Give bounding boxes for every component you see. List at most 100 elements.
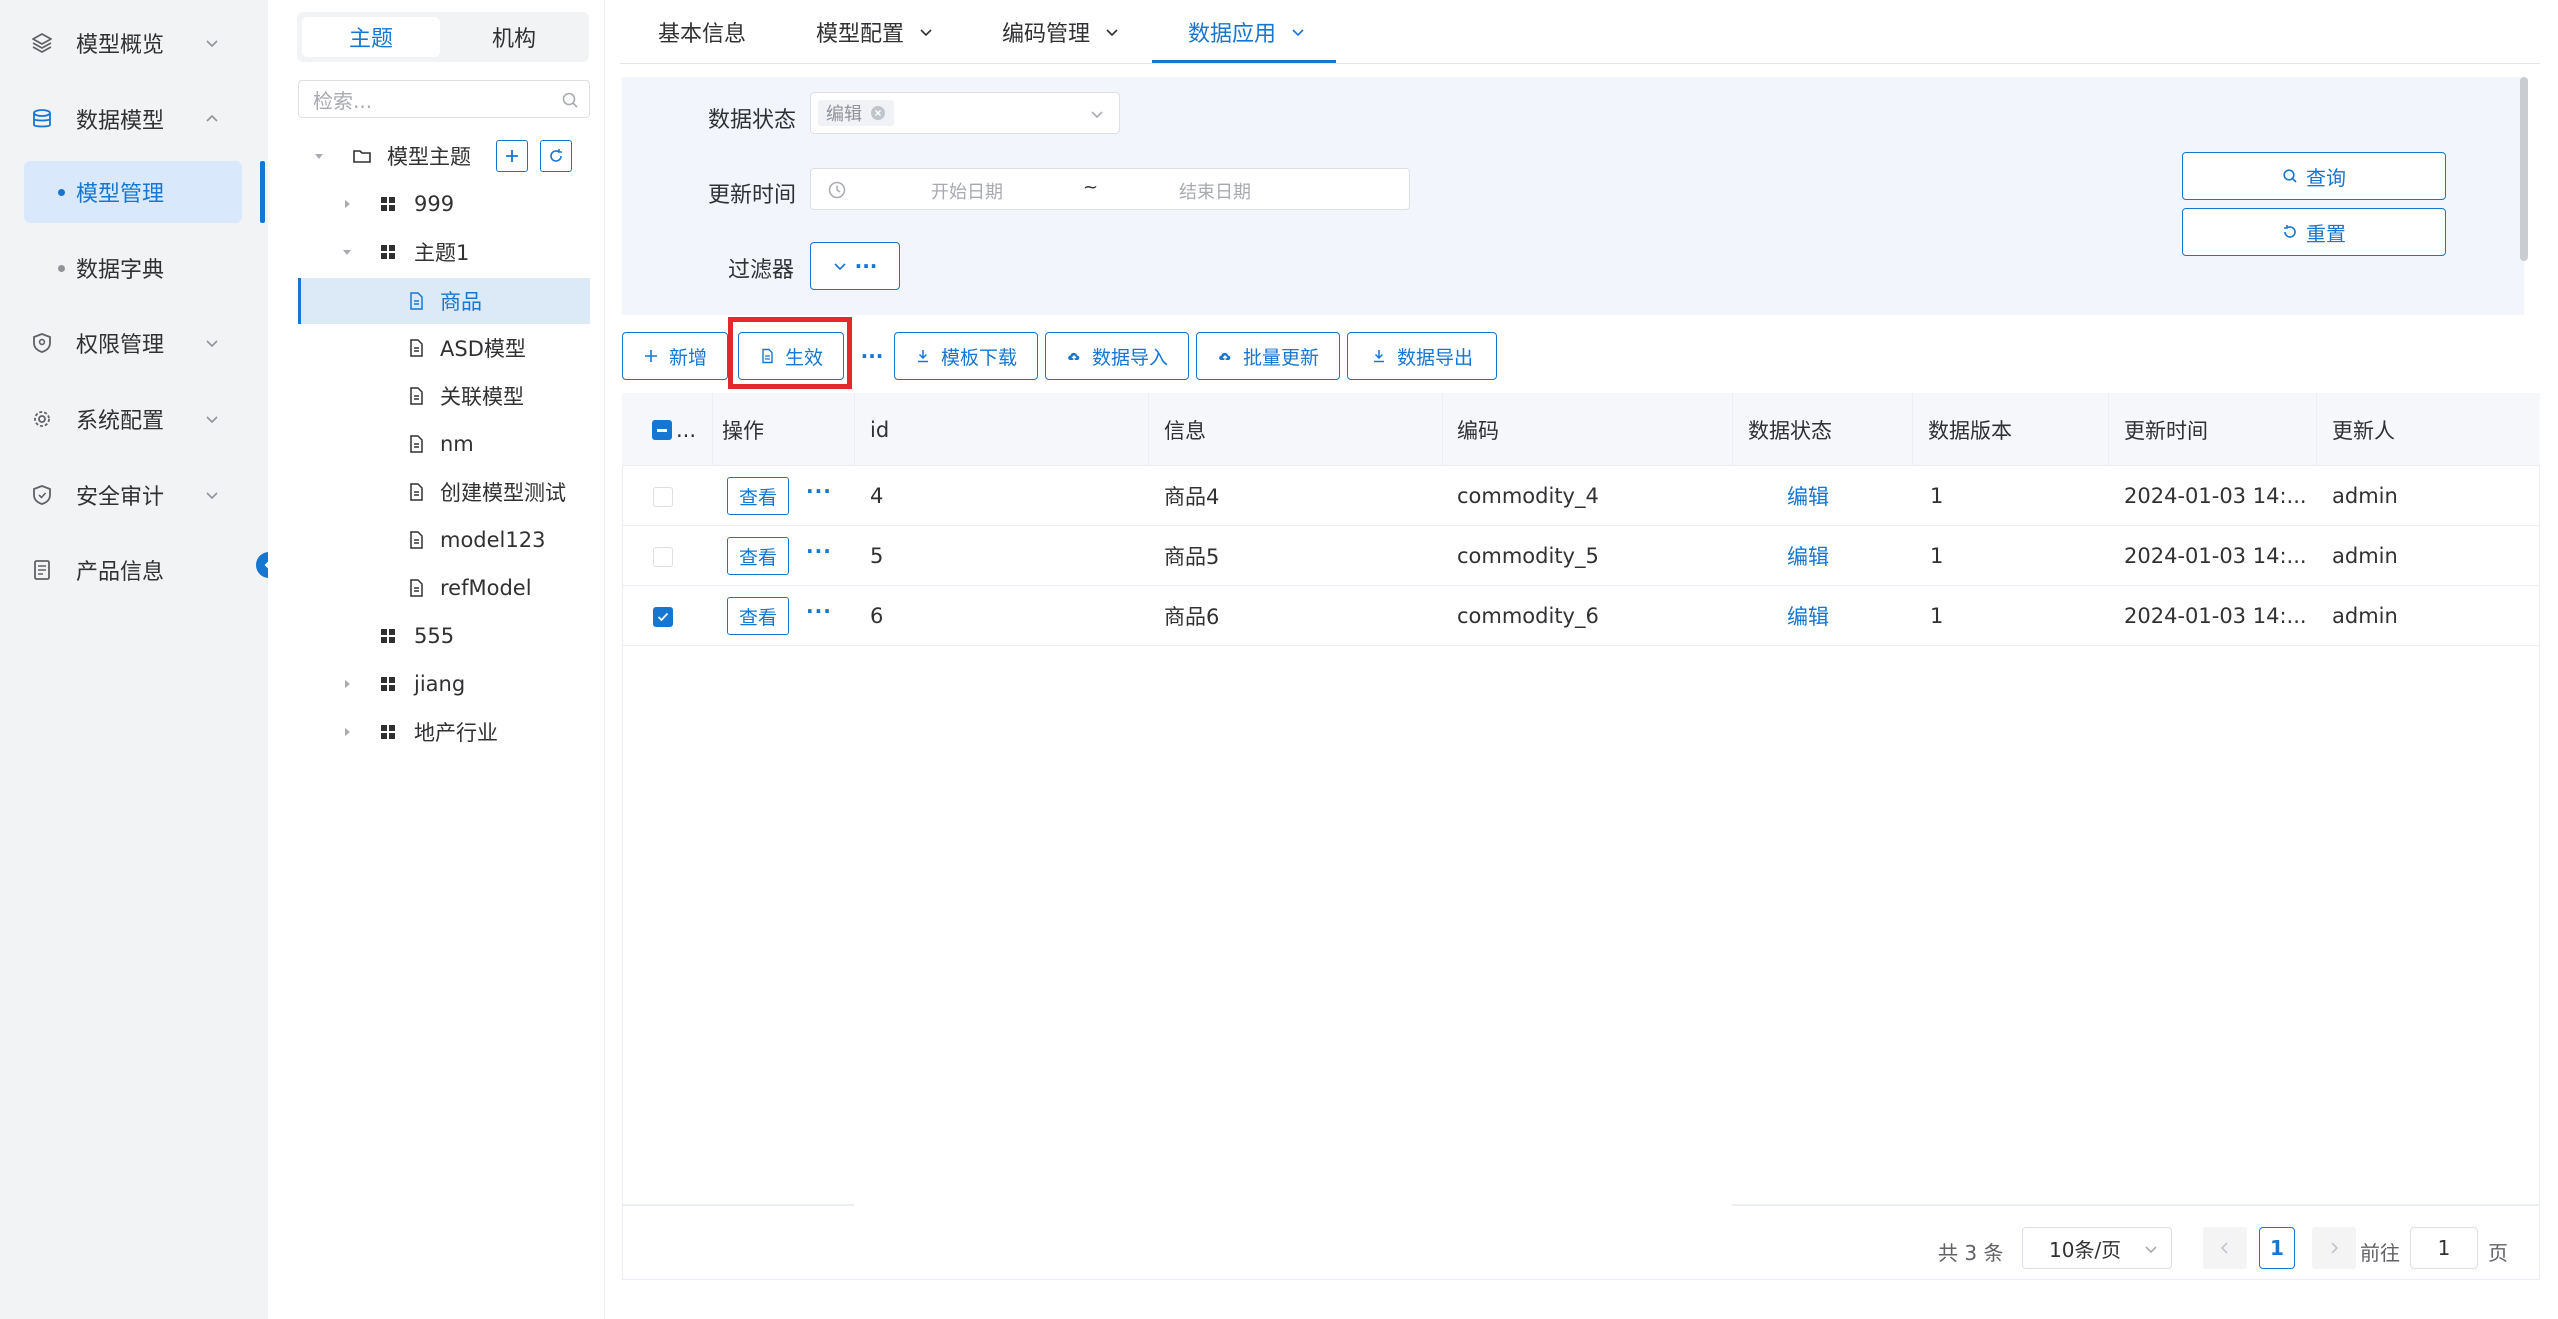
file-icon bbox=[410, 579, 423, 597]
chevron-down-icon bbox=[834, 263, 846, 271]
file-icon bbox=[410, 387, 423, 405]
goto-prefix: 前往 bbox=[2360, 1241, 2400, 1265]
view-button[interactable]: 查看 bbox=[727, 477, 789, 515]
end-date-input[interactable]: 结束日期 bbox=[1179, 178, 1251, 204]
nav-model-overview[interactable]: 模型概览 bbox=[0, 13, 268, 73]
template-download-label: 模板下载 bbox=[940, 346, 1017, 369]
header-select-all[interactable]: ... bbox=[652, 393, 696, 466]
filter-scrollbar[interactable] bbox=[2520, 77, 2528, 261]
header-status: 数据状态 bbox=[1748, 418, 1832, 443]
page-size-select[interactable]: 10条/页 bbox=[2022, 1227, 2172, 1269]
tree-node-999[interactable]: 999 bbox=[298, 181, 590, 227]
row-more-button[interactable]: ··· bbox=[806, 539, 832, 563]
tree-node-label: jiang bbox=[414, 672, 466, 696]
row-more-button[interactable]: ··· bbox=[806, 599, 832, 623]
active-tab-underline bbox=[1152, 60, 1336, 63]
caret-right-icon bbox=[345, 728, 350, 736]
chevron-down-icon bbox=[206, 340, 218, 348]
tree-node-555[interactable]: 555 bbox=[298, 613, 590, 659]
nav-system-config[interactable]: 系统配置 bbox=[0, 389, 268, 449]
tab-code-management[interactable]: 编码管理 bbox=[1002, 0, 1120, 64]
view-button[interactable]: 查看 bbox=[727, 597, 789, 635]
segment-tab-theme[interactable]: 主题 bbox=[302, 17, 440, 57]
shield-check-icon bbox=[33, 485, 51, 505]
add-label: 新增 bbox=[668, 346, 707, 369]
tab-data-application[interactable]: 数据应用 bbox=[1188, 0, 1306, 64]
column-separator bbox=[1912, 393, 1913, 466]
cell-version: 1 bbox=[1930, 484, 1944, 508]
template-download-button[interactable]: 模板下载 bbox=[894, 332, 1038, 380]
query-label: 查询 bbox=[2306, 165, 2346, 190]
page-number-current[interactable]: 1 bbox=[2259, 1227, 2295, 1269]
tree-node-create-test[interactable]: 创建模型测试 bbox=[298, 469, 590, 515]
chevron-down-icon bbox=[920, 29, 932, 37]
refresh-tree-button[interactable] bbox=[540, 140, 572, 172]
tree-node-label: 999 bbox=[414, 192, 455, 216]
tree-node-related-model[interactable]: 关联模型 bbox=[298, 373, 590, 419]
tab-basic-info[interactable]: 基本信息 bbox=[658, 0, 746, 64]
start-date-input[interactable]: 开始日期 bbox=[931, 178, 1003, 204]
segment-tab-organization[interactable]: 机构 bbox=[445, 17, 583, 57]
add-theme-button[interactable] bbox=[496, 140, 528, 172]
data-import-label: 数据导入 bbox=[1091, 346, 1168, 369]
cloud-upload-icon bbox=[1068, 352, 1080, 361]
tree-node-theme1[interactable]: 主题1 bbox=[298, 229, 590, 275]
cell-code: commodity_4 bbox=[1457, 484, 1599, 508]
file-icon bbox=[410, 531, 423, 549]
tree-node-refmodel[interactable]: refModel bbox=[298, 565, 590, 611]
cell-id: 4 bbox=[870, 484, 884, 508]
header-updater: 更新人 bbox=[2332, 418, 2395, 443]
cell-code: commodity_5 bbox=[1457, 544, 1599, 568]
batch-update-button[interactable]: 批量更新 bbox=[1196, 332, 1340, 380]
nav-permission-management[interactable]: 权限管理 bbox=[0, 313, 268, 373]
filter-label: 过滤器 bbox=[728, 258, 795, 283]
caret-down-icon bbox=[343, 250, 351, 255]
row-more-button[interactable]: ··· bbox=[806, 479, 832, 503]
tree-node-model123[interactable]: model123 bbox=[298, 517, 590, 563]
tree-node-asd-model[interactable]: ASD模型 bbox=[298, 325, 590, 371]
next-page-button[interactable] bbox=[2312, 1227, 2356, 1269]
view-button[interactable]: 查看 bbox=[727, 537, 789, 575]
reset-button[interactable]: 重置 bbox=[2182, 208, 2446, 256]
plus-icon bbox=[644, 350, 657, 362]
tree-search-input[interactable]: 检索... bbox=[298, 80, 590, 118]
prev-page-button[interactable] bbox=[2203, 1227, 2247, 1269]
row-checkbox[interactable] bbox=[653, 607, 673, 627]
nav-product-info[interactable]: 产品信息 bbox=[0, 540, 268, 600]
cell-status-link[interactable]: 编辑 bbox=[1787, 526, 1829, 586]
filter-dropdown-button[interactable]: ··· bbox=[810, 242, 900, 290]
nav-label: 安全审计 bbox=[76, 485, 165, 510]
close-circle-icon[interactable] bbox=[870, 105, 886, 121]
file-icon bbox=[410, 435, 423, 453]
date-range-picker[interactable]: 开始日期 ~ 结束日期 bbox=[810, 168, 1410, 210]
cell-status-link[interactable]: 编辑 bbox=[1787, 586, 1829, 646]
tree-node-goods[interactable]: 商品 bbox=[298, 278, 590, 324]
cell-info: 商品5 bbox=[1164, 545, 1220, 569]
nav-security-audit[interactable]: 安全审计 bbox=[0, 465, 268, 525]
header-id: id bbox=[870, 417, 890, 442]
nav-data-dictionary[interactable]: 数据字典 bbox=[24, 237, 242, 299]
grid-icon bbox=[381, 245, 395, 259]
row-checkbox[interactable] bbox=[653, 487, 673, 507]
nav-data-model[interactable]: 数据模型 bbox=[0, 89, 268, 149]
fixed-column-shadow bbox=[1732, 1204, 2540, 1206]
chevron-right-icon bbox=[2331, 1242, 2339, 1254]
data-import-button[interactable]: 数据导入 bbox=[1045, 332, 1189, 380]
goto-page-input[interactable]: 1 bbox=[2410, 1227, 2478, 1269]
tab-model-config[interactable]: 模型配置 bbox=[816, 0, 934, 64]
tree-node-real-estate[interactable]: 地产行业 bbox=[298, 709, 590, 755]
tree-node-jiang[interactable]: jiang bbox=[298, 661, 590, 707]
tree-node-nm[interactable]: nm bbox=[298, 421, 590, 467]
data-export-button[interactable]: 数据导出 bbox=[1347, 332, 1497, 380]
nav-label: 数据模型 bbox=[76, 109, 165, 134]
add-button[interactable]: 新增 bbox=[622, 332, 728, 380]
query-button[interactable]: 查询 bbox=[2182, 152, 2446, 200]
cell-status-link[interactable]: 编辑 bbox=[1787, 466, 1829, 526]
batch-update-label: 批量更新 bbox=[1242, 346, 1319, 369]
row-checkbox[interactable] bbox=[653, 547, 673, 567]
more-actions-button[interactable]: ··· bbox=[854, 332, 890, 380]
file-icon bbox=[410, 483, 423, 501]
grid-icon bbox=[381, 629, 395, 643]
nav-model-management[interactable]: 模型管理 bbox=[24, 161, 242, 223]
select-all-checkbox[interactable] bbox=[652, 419, 672, 440]
